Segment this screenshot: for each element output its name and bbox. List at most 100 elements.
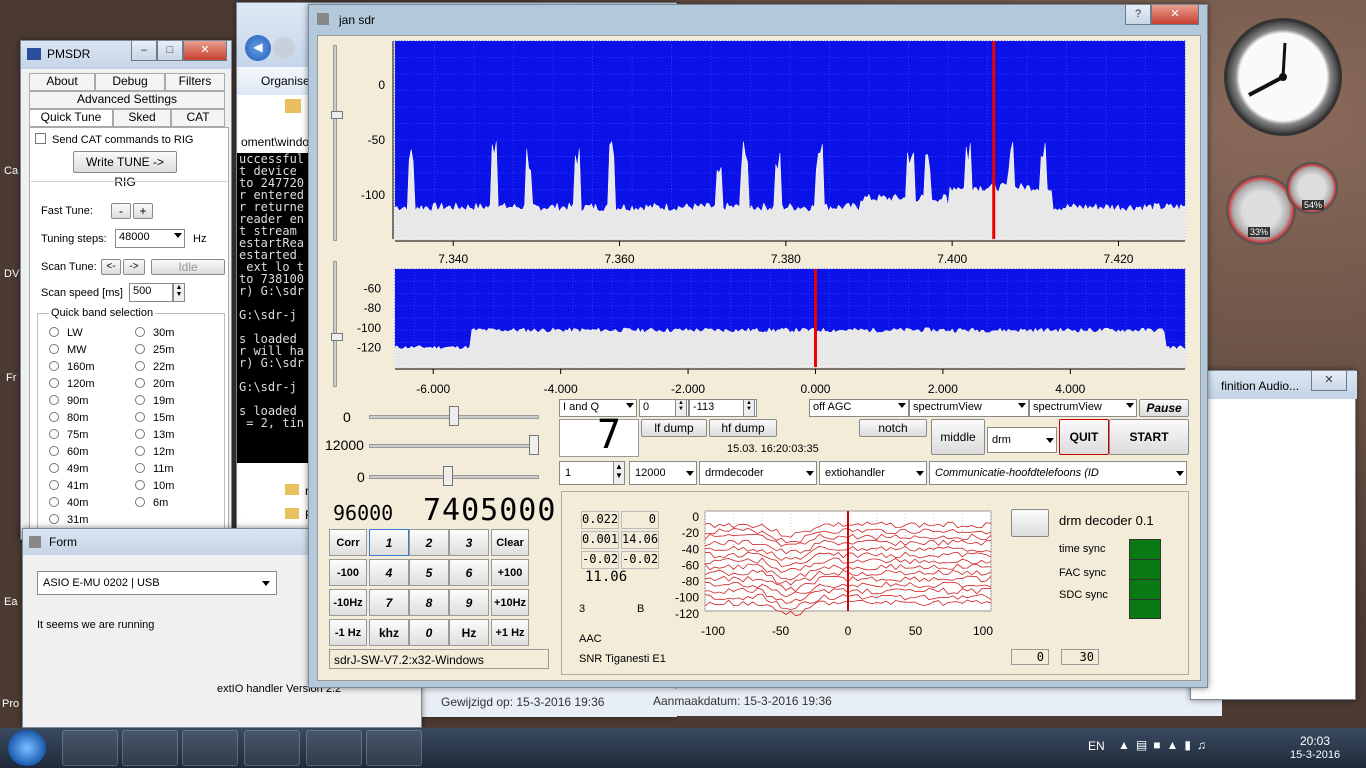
audio-device-select[interactable]: Communicatie-hoofdtelefoons (ID [929, 461, 1187, 485]
keypad-key[interactable]: 0 [409, 619, 449, 646]
lf-dump-button[interactable]: lf dump [641, 419, 707, 437]
spin-stepper[interactable]: ▲ ▼ [173, 283, 185, 302]
band-radio-15m[interactable]: 15m [135, 412, 174, 424]
keypad-key[interactable]: 2 [409, 529, 449, 556]
keypad-key[interactable]: 5 [409, 559, 449, 586]
keypad-key[interactable]: -1 Hz [329, 619, 367, 646]
hf-dump-button[interactable]: hf dump [709, 419, 777, 437]
band-radio-80m[interactable]: 80m [49, 412, 88, 424]
scan-left-button[interactable]: <- [101, 259, 121, 275]
tab-about[interactable]: About [29, 73, 95, 91]
maximize-icon[interactable]: □ [157, 41, 183, 61]
back-button-icon[interactable]: ◀ [245, 35, 271, 61]
help-icon[interactable]: ? [1125, 5, 1151, 25]
clock-time[interactable]: 20:03 [1300, 734, 1330, 748]
band-radio-60m[interactable]: 60m [49, 446, 88, 458]
spectrum-view-select[interactable]: spectrumView [909, 399, 1029, 417]
keypad-key[interactable]: +100 Hz [491, 559, 529, 605]
band-radio-20m[interactable]: 20m [135, 378, 174, 390]
sdr-taskbar-icon[interactable] [366, 730, 422, 766]
band-radio-30m[interactable]: 30m [135, 327, 174, 339]
band-radio-40m[interactable]: 40m [49, 497, 88, 509]
keypad-key[interactable]: +1 Hz [491, 619, 529, 646]
scan-speed-input[interactable]: 500 [129, 283, 173, 302]
band-radio-12m[interactable]: 12m [135, 446, 174, 458]
keypad-key[interactable]: 3 [449, 529, 489, 556]
language-indicator[interactable]: EN [1088, 739, 1105, 753]
fast-minus-button[interactable]: - [111, 203, 131, 219]
band-radio-19m[interactable]: 19m [135, 395, 174, 407]
tuning-steps-select[interactable]: 48000 [115, 229, 185, 248]
band-radio-6m[interactable]: 6m [135, 497, 168, 509]
keypad-key[interactable]: +10Hz [491, 589, 529, 616]
keypad-key[interactable]: 1 [369, 529, 409, 556]
keypad-key[interactable]: 4 [369, 559, 409, 586]
mode-select[interactable]: drm [987, 427, 1057, 453]
band-radio-75m[interactable]: 75m [49, 429, 88, 441]
band-radio-41m[interactable]: 41m [49, 480, 88, 492]
band-radio-13m[interactable]: 13m [135, 429, 174, 441]
slider3-handle[interactable] [443, 466, 453, 486]
spin-stepper[interactable]: ▲ ▼ [613, 461, 625, 485]
media-player-taskbar-icon[interactable] [182, 730, 238, 766]
keypad-key[interactable]: 7 [369, 589, 409, 616]
tray-icons[interactable]: ▲▤■▲▮♫ [1118, 738, 1212, 752]
keypad-key[interactable]: Corr [329, 529, 367, 556]
device-select[interactable]: ASIO E-MU 0202 | USB [37, 571, 277, 595]
minimize-icon[interactable]: – [131, 41, 157, 61]
keypad-key[interactable]: 8 [409, 589, 449, 616]
band-radio-mw[interactable]: MW [49, 344, 87, 356]
keypad-key[interactable]: 6 [449, 559, 489, 586]
send-cat-checkbox[interactable]: Send CAT commands to RIG [35, 133, 193, 146]
tab-filters[interactable]: Filters [165, 73, 225, 91]
close-icon[interactable]: ✕ [1311, 371, 1347, 391]
band-radio-49m[interactable]: 49m [49, 463, 88, 475]
explorer-taskbar-icon[interactable] [122, 730, 178, 766]
organise-menu[interactable]: Organiser [261, 74, 314, 88]
tab-cat[interactable]: CAT [171, 109, 225, 127]
idle-button[interactable]: Idle [151, 259, 225, 275]
spin-stepper[interactable]: ▲ ▼ [675, 399, 687, 417]
slider2-handle[interactable] [529, 435, 539, 455]
keypad-key[interactable]: Hz [449, 619, 489, 646]
slider1-handle[interactable] [449, 406, 459, 426]
pause-button[interactable]: Pause [1139, 399, 1189, 417]
wideband-spectrum[interactable]: 7.340 7.360 7.380 7.400 7.420 0 -50 -100 [339, 39, 1193, 279]
notch-button[interactable]: notch [859, 419, 927, 437]
agc-select[interactable]: off AGC [809, 399, 909, 417]
band-radio-22m[interactable]: 22m [135, 361, 174, 373]
clock-date[interactable]: 15-3-2016 [1290, 749, 1340, 761]
drm-decoder-button[interactable] [1011, 509, 1049, 537]
start-orb-icon[interactable] [8, 730, 46, 766]
tab-debug[interactable]: Debug [95, 73, 165, 91]
band-radio-25m[interactable]: 25m [135, 344, 174, 356]
band-radio-11m[interactable]: 11m [135, 463, 174, 475]
close-icon[interactable]: ✕ [1151, 5, 1199, 25]
handler-select[interactable]: extiohandler [819, 461, 927, 485]
keypad-key[interactable]: 9 [449, 589, 489, 616]
ie-taskbar-icon[interactable] [62, 730, 118, 766]
spin-stepper[interactable]: ▲ ▼ [743, 399, 755, 417]
keypad-key[interactable]: -100 Hz [329, 559, 367, 605]
band-radio-10m[interactable]: 10m [135, 480, 174, 492]
keypad-key[interactable]: khz [369, 619, 409, 646]
firefox-taskbar-icon[interactable] [244, 730, 300, 766]
middle-button[interactable]: middle [931, 419, 985, 455]
tab-quick-tune[interactable]: Quick Tune [29, 109, 113, 127]
fast-plus-button[interactable]: + [133, 203, 153, 219]
start-button[interactable]: START [1109, 419, 1189, 455]
spectrum-view-select-2[interactable]: spectrumView [1029, 399, 1137, 417]
narrowband-spectrum[interactable]: -6.000 -4.000 -2.000 0.000 2.000 4.000 -60 -80 -… [339, 267, 1193, 399]
band-radio-120m[interactable]: 120m [49, 378, 95, 390]
write-tune-button[interactable]: Write TUNE -> RIG [73, 151, 177, 189]
rate-select[interactable]: 12000 [629, 461, 697, 485]
keypad-key[interactable]: Clear [491, 529, 529, 556]
band-radio-lw[interactable]: LW [49, 327, 83, 339]
speaker-app-taskbar-icon[interactable] [306, 730, 362, 766]
close-icon[interactable]: ✕ [183, 41, 227, 61]
tab-advanced-settings[interactable]: Advanced Settings [29, 91, 225, 109]
scan-right-button[interactable]: -> [123, 259, 145, 275]
quit-button[interactable]: QUIT [1059, 419, 1109, 455]
forward-button-icon[interactable] [273, 37, 295, 59]
band-radio-31m[interactable]: 31m [49, 514, 88, 526]
